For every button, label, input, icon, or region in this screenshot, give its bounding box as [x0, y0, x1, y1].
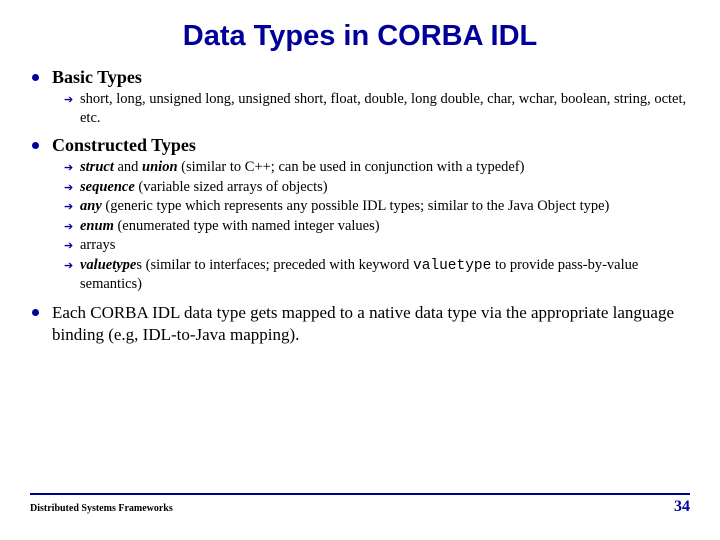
bullet-mapping-note: Each CORBA IDL data type gets mapped to … — [30, 302, 690, 346]
sub-item: ➔ valuetypes (similar to interfaces; pre… — [64, 256, 690, 294]
section-heading: Constructed Types — [52, 135, 690, 156]
bullet-dot-icon — [32, 74, 39, 81]
arrow-icon: ➔ — [64, 200, 73, 214]
arrow-icon: ➔ — [64, 93, 73, 107]
bullet-constructed-types: Constructed Types ➔ struct and union (si… — [30, 135, 690, 294]
arrow-icon: ➔ — [64, 161, 73, 175]
slide-title: Data Types in CORBA IDL — [30, 20, 690, 53]
sub-text: struct and union (similar to C++; can be… — [80, 159, 524, 175]
sub-list-basic: ➔ short, long, unsigned long, unsigned s… — [52, 90, 690, 127]
arrow-icon: ➔ — [64, 239, 73, 253]
arrow-icon: ➔ — [64, 259, 73, 273]
footer-divider — [30, 493, 690, 495]
sub-list-constructed: ➔ struct and union (similar to C++; can … — [52, 158, 690, 294]
sub-item: ➔ sequence (variable sized arrays of obj… — [64, 178, 690, 197]
sub-text: enum (enumerated type with named integer… — [80, 218, 380, 234]
sub-item: ➔ any (generic type which represents any… — [64, 197, 690, 216]
main-bullet-list: Basic Types ➔ short, long, unsigned long… — [30, 67, 690, 345]
footer-left-text: Distributed Systems Frameworks — [30, 503, 173, 514]
section-body: Each CORBA IDL data type gets mapped to … — [52, 302, 690, 346]
section-heading: Basic Types — [52, 67, 690, 88]
sub-item: ➔ enum (enumerated type with named integ… — [64, 217, 690, 236]
sub-text: valuetypes (similar to interfaces; prece… — [80, 257, 638, 293]
arrow-icon: ➔ — [64, 220, 73, 234]
bullet-dot-icon — [32, 142, 39, 149]
sub-text: short, long, unsigned long, unsigned sho… — [80, 91, 686, 126]
arrow-icon: ➔ — [64, 181, 73, 195]
sub-text: any (generic type which represents any p… — [80, 198, 609, 214]
sub-text: sequence (variable sized arrays of objec… — [80, 179, 328, 195]
page-number: 34 — [674, 498, 690, 516]
sub-text: arrays — [80, 237, 115, 253]
bullet-basic-types: Basic Types ➔ short, long, unsigned long… — [30, 67, 690, 127]
bullet-dot-icon — [32, 309, 39, 316]
sub-item: ➔ short, long, unsigned long, unsigned s… — [64, 90, 690, 127]
sub-item: ➔ arrays — [64, 236, 690, 255]
sub-item: ➔ struct and union (similar to C++; can … — [64, 158, 690, 177]
footer: Distributed Systems Frameworks 34 — [30, 493, 690, 516]
